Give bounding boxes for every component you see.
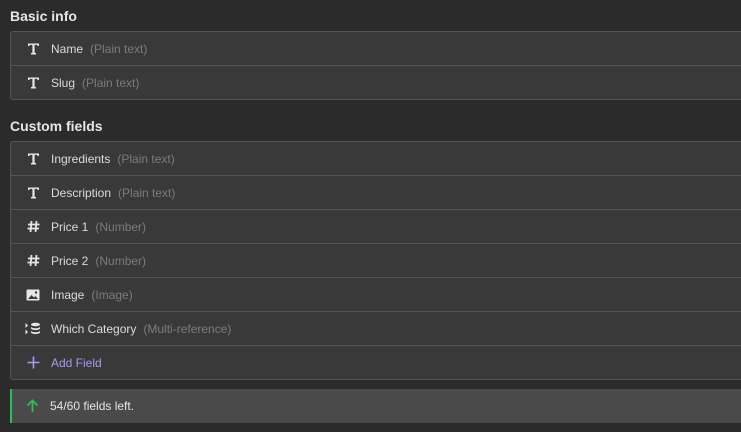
image-type-icon <box>25 287 41 303</box>
field-name: Ingredients <box>51 151 111 166</box>
text-type-icon <box>25 151 41 167</box>
field-type: (Plain text) <box>90 41 148 56</box>
add-field-label: Add Field <box>51 355 102 370</box>
fields-remaining-text: 54/60 fields left. <box>50 399 135 413</box>
field-type: (Plain text) <box>117 151 175 166</box>
basic-info-field-list: Name (Plain text) Slug (Plain text) <box>10 31 741 100</box>
field-type: (Multi-reference) <box>143 321 232 336</box>
field-row-ingredients[interactable]: Ingredients (Plain text) <box>11 142 741 175</box>
field-name: Price 2 <box>51 253 89 268</box>
field-type: (Number) <box>95 253 147 268</box>
field-row-which-category[interactable]: Which Category (Multi-reference) <box>11 311 741 345</box>
custom-fields-field-list: Ingredients (Plain text) Description (Pl… <box>10 141 741 380</box>
field-name: Price 1 <box>51 219 89 234</box>
plus-icon <box>25 355 41 371</box>
field-name: Image <box>51 287 85 302</box>
text-type-icon <box>25 185 41 201</box>
text-type-icon <box>25 41 41 57</box>
field-row-image[interactable]: Image (Image) <box>11 277 741 311</box>
section-title-basic-info: Basic info <box>10 8 77 24</box>
field-name: Slug <box>51 75 76 90</box>
field-type: (Number) <box>95 219 147 234</box>
add-field-button[interactable]: Add Field <box>11 345 741 379</box>
field-row-price-2[interactable]: Price 2 (Number) <box>11 243 741 277</box>
field-row-description[interactable]: Description (Plain text) <box>11 175 741 209</box>
text-type-icon <box>25 75 41 91</box>
field-name: Description <box>51 185 112 200</box>
field-type: (Image) <box>91 287 133 302</box>
number-type-icon <box>25 253 41 269</box>
arrow-up-icon <box>24 398 40 414</box>
field-row-price-1[interactable]: Price 1 (Number) <box>11 209 741 243</box>
section-title-custom-fields: Custom fields <box>10 118 103 134</box>
field-row-name[interactable]: Name (Plain text) <box>11 32 741 65</box>
field-type: (Plain text) <box>82 75 140 90</box>
field-row-slug[interactable]: Slug (Plain text) <box>11 65 741 99</box>
field-name: Name <box>51 41 84 56</box>
fields-remaining-status: 54/60 fields left. <box>10 389 741 423</box>
field-name: Which Category <box>51 321 137 336</box>
multi-reference-type-icon <box>25 321 41 337</box>
number-type-icon <box>25 219 41 235</box>
field-type: (Plain text) <box>118 185 176 200</box>
